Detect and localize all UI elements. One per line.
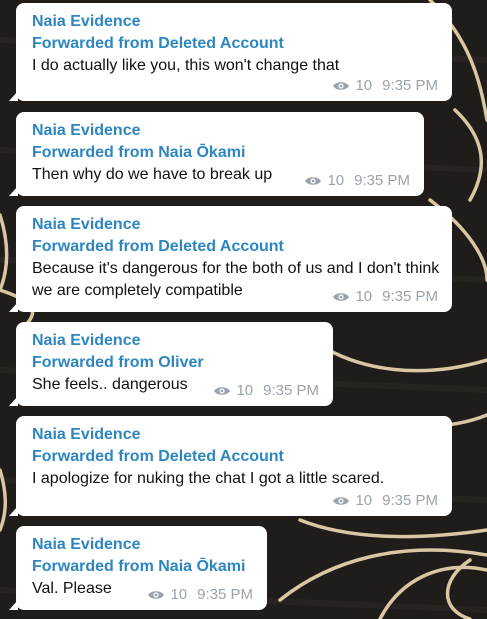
- sender-name[interactable]: Naia Evidence: [32, 330, 321, 352]
- message-meta: 10 9:35 PM: [332, 288, 438, 306]
- forwarded-from[interactable]: Forwarded from Oliver: [32, 352, 321, 374]
- eye-icon: [148, 591, 165, 599]
- bubble-tail: [9, 302, 18, 312]
- message-time: 9:35 PM: [354, 172, 410, 189]
- eye-icon: [305, 177, 322, 185]
- message-time: 9:35 PM: [382, 77, 438, 94]
- bubble-tail: [9, 186, 18, 196]
- sender-name[interactable]: Naia Evidence: [32, 424, 440, 446]
- message-bubble[interactable]: Naia Evidence Forwarded from Naia Ōkami …: [9, 526, 267, 610]
- sender-name[interactable]: Naia Evidence: [32, 11, 440, 33]
- forwarded-from[interactable]: Forwarded from Naia Ōkami: [32, 556, 255, 578]
- sender-name[interactable]: Naia Evidence: [32, 534, 255, 556]
- forwarded-from[interactable]: Forwarded from Deleted Account: [32, 236, 440, 258]
- message-meta: 10 9:35 PM: [304, 172, 410, 190]
- message-meta: 10 9:35 PM: [213, 382, 319, 400]
- message-meta: 10 9:35 PM: [332, 77, 438, 95]
- message-bubble[interactable]: Naia Evidence Forwarded from Deleted Acc…: [9, 3, 452, 101]
- eye-icon: [333, 82, 350, 90]
- forwarded-from[interactable]: Forwarded from Naia Ōkami: [32, 142, 412, 164]
- message-text: I do actually like you, this won't chang…: [32, 57, 340, 74]
- message-time: 9:35 PM: [382, 492, 438, 509]
- message-bubble[interactable]: Naia Evidence Forwarded from Deleted Acc…: [9, 206, 452, 312]
- message-meta: 10 9:35 PM: [147, 586, 253, 604]
- bubble-tail: [9, 91, 18, 101]
- view-count: 10: [170, 586, 188, 603]
- message-bubble[interactable]: Naia Evidence Forwarded from Oliver She …: [9, 322, 333, 406]
- message-bubble[interactable]: Naia Evidence Forwarded from Naia Ōkami …: [9, 112, 424, 196]
- eye-icon: [333, 293, 350, 301]
- bubble-tail: [9, 396, 18, 406]
- sender-name[interactable]: Naia Evidence: [32, 120, 412, 142]
- forwarded-from[interactable]: Forwarded from Deleted Account: [32, 33, 440, 55]
- message-time: 9:35 PM: [197, 586, 253, 603]
- message-bubble[interactable]: Naia Evidence Forwarded from Deleted Acc…: [9, 416, 452, 516]
- message-meta: 10 9:35 PM: [332, 492, 438, 510]
- bubble-tail: [9, 506, 18, 516]
- message-time: 9:35 PM: [382, 288, 438, 305]
- eye-icon: [214, 387, 231, 395]
- view-count: 10: [355, 77, 373, 94]
- bubble-tail: [9, 600, 18, 610]
- view-count: 10: [355, 492, 373, 509]
- eye-icon: [333, 497, 350, 505]
- forwarded-from[interactable]: Forwarded from Deleted Account: [32, 446, 440, 468]
- message-text: I apologize for nuking the chat I got a …: [32, 470, 385, 487]
- view-count: 10: [355, 288, 373, 305]
- message-time: 9:35 PM: [263, 382, 319, 399]
- view-count: 10: [236, 382, 254, 399]
- sender-name[interactable]: Naia Evidence: [32, 214, 440, 236]
- view-count: 10: [327, 172, 345, 189]
